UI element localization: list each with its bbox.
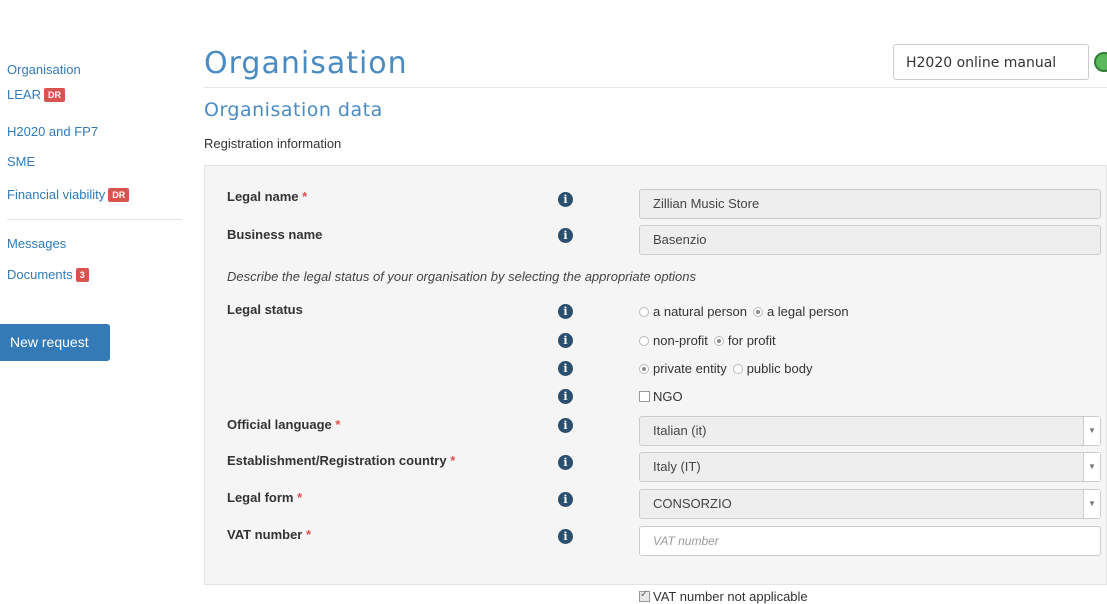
info-icon[interactable]: i	[558, 529, 573, 544]
country-select[interactable]: Italy (IT) ▼	[639, 452, 1101, 482]
private-entity-radio[interactable]	[639, 364, 649, 374]
title-divider	[204, 87, 1107, 88]
country-label: Establishment/Registration country *	[227, 453, 456, 468]
legal-form-select[interactable]: CONSORZIO ▼	[639, 489, 1101, 519]
section-subtitle: Registration information	[204, 136, 342, 151]
sidebar-item-label: Financial viability	[7, 187, 106, 202]
count-badge: 3	[75, 268, 89, 282]
for-profit-radio[interactable]	[713, 336, 724, 346]
official-language-label: Official language *	[227, 417, 341, 432]
sidebar: Organisation LEAR DR H2020 and FP7 SME Fi…	[0, 0, 200, 573]
status-badge: DR	[108, 188, 130, 202]
chevron-down-icon[interactable]: ▼	[1083, 417, 1100, 445]
vat-number-input[interactable]: VAT number	[639, 526, 1101, 556]
public-body-radio[interactable]	[732, 364, 743, 374]
info-icon[interactable]: i	[558, 228, 573, 243]
chevron-down-icon[interactable]: ▼	[1083, 490, 1100, 518]
legal-status-label: Legal status	[227, 302, 303, 317]
sidebar-divider	[7, 219, 182, 220]
info-icon[interactable]: i	[558, 418, 573, 433]
vat-number-label: VAT number *	[227, 527, 312, 542]
ngo-checkbox[interactable]	[639, 391, 650, 402]
sidebar-item-label: H2020 and FP7	[7, 124, 99, 139]
sidebar-item-label: Documents	[7, 267, 73, 282]
sidebar-item-label: Organisation	[7, 62, 81, 77]
sidebar-item-lear[interactable]: LEAR DR	[7, 87, 65, 102]
help-circle-icon[interactable]	[1094, 52, 1107, 72]
natural-person-radio[interactable]	[639, 307, 649, 317]
section-title: Organisation data	[204, 99, 383, 121]
sidebar-item-h2020-fp7[interactable]: H2020 and FP7	[7, 124, 98, 139]
info-icon[interactable]: i	[558, 389, 573, 404]
business-name-label: Business name	[227, 227, 323, 242]
business-name-field[interactable]: Basenzio	[639, 225, 1101, 255]
chevron-down-icon[interactable]: ▼	[1083, 453, 1100, 481]
legal-status-description: Describe the legal status of your organi…	[227, 269, 697, 284]
online-manual-button[interactable]: H2020 online manual	[893, 44, 1089, 80]
page-title: Organisation	[204, 46, 408, 81]
vat-not-applicable-option: VAT number not applicable	[639, 589, 808, 604]
info-icon[interactable]: i	[558, 304, 573, 319]
new-request-button[interactable]: New request	[0, 324, 110, 361]
official-language-select[interactable]: Italian (it) ▼	[639, 416, 1101, 446]
vat-not-applicable-checkbox[interactable]	[639, 589, 650, 602]
sidebar-item-organisation[interactable]: Organisation	[7, 62, 81, 77]
info-icon[interactable]: i	[558, 455, 573, 470]
status-badge: DR	[43, 88, 65, 102]
ngo-option: NGO	[639, 389, 683, 404]
legal-form-label: Legal form *	[227, 490, 303, 505]
info-icon[interactable]: i	[558, 333, 573, 348]
info-icon[interactable]: i	[558, 361, 573, 376]
legal-person-radio[interactable]	[752, 307, 763, 317]
person-type-radio-group: a natural person a legal person	[639, 304, 849, 319]
sidebar-item-messages[interactable]: Messages	[7, 236, 66, 251]
sidebar-item-label: SME	[7, 154, 36, 169]
sidebar-item-documents[interactable]: Documents 3	[7, 267, 89, 282]
non-profit-radio[interactable]	[639, 336, 649, 346]
sidebar-item-label: Messages	[7, 236, 67, 251]
legal-name-label: Legal name *	[227, 189, 308, 204]
legal-name-field[interactable]: Zillian Music Store	[639, 189, 1101, 219]
sidebar-item-financial-viability[interactable]: Financial viability DR	[7, 187, 130, 202]
profit-type-radio-group: non-profit for profit	[639, 333, 776, 348]
info-icon[interactable]: i	[558, 192, 573, 207]
sidebar-item-sme[interactable]: SME	[7, 154, 35, 169]
entity-type-radio-group: private entity public body	[639, 361, 812, 376]
info-icon[interactable]: i	[558, 492, 573, 507]
sidebar-item-label: LEAR	[7, 87, 41, 102]
